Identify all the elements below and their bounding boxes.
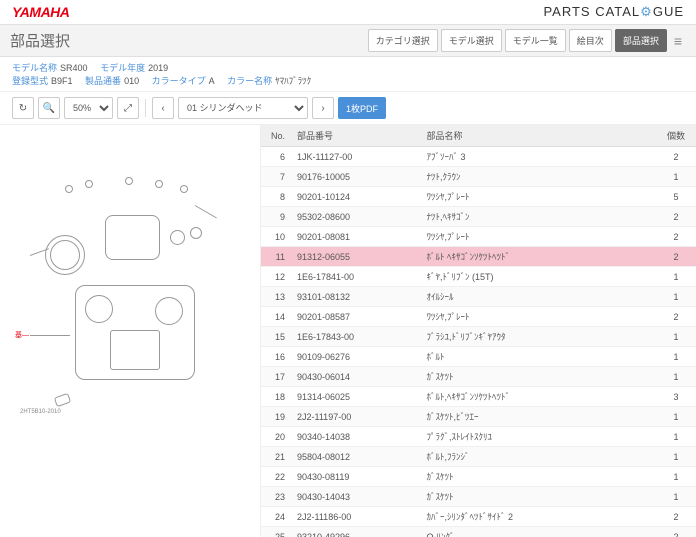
- table-row[interactable]: 1891314-06025ﾎﾞﾙﾄ,ﾍｷｻｺﾞﾝｿｹﾂﾄﾍﾂﾄﾞ3: [261, 387, 696, 407]
- header: YAMAHA PARTS CATAL⚙GUE: [0, 0, 696, 25]
- brand-title: PARTS CATAL⚙GUE: [543, 4, 684, 20]
- prod-no-value: 010: [124, 76, 139, 86]
- table-row[interactable]: 1490201-08587ﾜﾂｼﾔ,ﾌﾟﾚｰﾄ2: [261, 307, 696, 327]
- table-row[interactable]: 1393101-08132ｵｲﾙｼｰﾙ1: [261, 287, 696, 307]
- col-no[interactable]: No.: [261, 125, 291, 147]
- model-name-value: SR400: [60, 63, 88, 73]
- table-row[interactable]: 192J2-11197-00ｶﾞｽｹﾂﾄ,ﾋﾞﾂｴｰ1: [261, 407, 696, 427]
- reg-type-value: B9F1: [51, 76, 73, 86]
- table-row[interactable]: 790176-10005ﾅﾂﾄ,ｸﾗｳﾝ1: [261, 167, 696, 187]
- color-name-label: カラー名称: [227, 76, 272, 86]
- table-row[interactable]: 151E6-17843-00ﾌﾞﾗｼﾕ,ﾄﾞﾘﾌﾞﾝｷﾞﾔｱｳﾀ1: [261, 327, 696, 347]
- col-partno[interactable]: 部品番号: [291, 125, 421, 147]
- table-row[interactable]: 2593210-49296O-ﾘﾝｸﾞ2: [261, 527, 696, 537]
- table-row[interactable]: 1090201-08081ﾜﾂｼﾔ,ﾌﾟﾚｰﾄ2: [261, 227, 696, 247]
- table-row[interactable]: 2090340-14038ﾌﾟﾗｸﾞ,ｽﾄﾚｲﾄｽｸﾘﾕ1: [261, 427, 696, 447]
- menu-icon[interactable]: ≡: [670, 33, 686, 49]
- color-name-value: ﾔﾏﾊﾌﾞﾗﾂｸ: [275, 76, 311, 86]
- toolbar: ↻ 🔍 50% ⤢ ‹ 01 シリンダヘッド › 1枚PDF: [0, 92, 696, 125]
- color-type-value: A: [209, 76, 215, 86]
- model-year-value: 2019: [148, 63, 168, 73]
- table-row[interactable]: 2390430-14043ｶﾞｽｹﾂﾄ1: [261, 487, 696, 507]
- table-row[interactable]: 1790430-06014ｶﾞｽｹﾂﾄ1: [261, 367, 696, 387]
- parts-table-wrap[interactable]: No. 部品番号 部品名称 個数 61JK-11127-00ｱﾌﾞｿｰﾊﾞ 32…: [260, 125, 696, 537]
- table-row[interactable]: 121E6-17841-00ｷﾞﾔ,ﾄﾞﾘﾌﾞﾝ (15T)1: [261, 267, 696, 287]
- nav-buttons: カテゴリ選択 モデル選択 モデル一覧 絵目次 部品選択 ≡: [368, 29, 686, 52]
- prod-no-label: 製品通番: [85, 76, 121, 86]
- pdf-button[interactable]: 1枚PDF: [338, 97, 386, 119]
- nav-parts-select[interactable]: 部品選択: [615, 29, 667, 52]
- parts-diagram[interactable]: 基— 2HT5B10-2010: [15, 155, 245, 415]
- content: 基— 2HT5B10-2010 No. 部品番号 部品名称 個数 61JK-11…: [0, 125, 696, 537]
- figure-select[interactable]: 01 シリンダヘッド: [178, 97, 308, 119]
- refresh-button[interactable]: ↻: [12, 97, 34, 119]
- page-title: 部品選択: [10, 30, 70, 51]
- expand-button[interactable]: ⤢: [117, 97, 139, 119]
- cog-icon: ⚙: [640, 4, 653, 19]
- color-type-label: カラータイプ: [152, 76, 206, 86]
- model-year-label: モデル年度: [100, 63, 145, 73]
- yamaha-logo: YAMAHA: [12, 4, 69, 20]
- prev-button[interactable]: ‹: [152, 97, 174, 119]
- nav-picindex[interactable]: 絵目次: [569, 29, 612, 52]
- col-qty[interactable]: 個数: [656, 125, 696, 147]
- table-row[interactable]: 890201-10124ﾜﾂｼﾔ,ﾌﾟﾚｰﾄ5: [261, 187, 696, 207]
- reg-type-label: 登録型式: [12, 76, 48, 86]
- table-row[interactable]: 2195804-08012ﾎﾞﾙﾄ,ﾌﾗﾝｼﾞ1: [261, 447, 696, 467]
- diagram-panel: 基— 2HT5B10-2010: [0, 125, 260, 537]
- table-row[interactable]: 1690109-06276ﾎﾞﾙﾄ1: [261, 347, 696, 367]
- parts-table: No. 部品番号 部品名称 個数 61JK-11127-00ｱﾌﾞｿｰﾊﾞ 32…: [261, 125, 696, 537]
- nav-model-select[interactable]: モデル選択: [441, 29, 502, 52]
- table-row[interactable]: 61JK-11127-00ｱﾌﾞｿｰﾊﾞ 32: [261, 147, 696, 167]
- zoom-select[interactable]: 50%: [64, 97, 113, 119]
- meta-bar: モデル名称SR400 モデル年度2019 登録型式B9F1 製品通番010 カラ…: [0, 57, 696, 92]
- table-row[interactable]: 2290430-08119ｶﾞｽｹﾂﾄ1: [261, 467, 696, 487]
- zoom-button[interactable]: 🔍: [38, 97, 60, 119]
- subheader: 部品選択 カテゴリ選択 モデル選択 モデル一覧 絵目次 部品選択 ≡: [0, 25, 696, 57]
- nav-model-list[interactable]: モデル一覧: [505, 29, 566, 52]
- nav-category[interactable]: カテゴリ選択: [368, 29, 438, 52]
- model-name-label: モデル名称: [12, 63, 57, 73]
- table-row[interactable]: 1191312-06055ﾎﾞﾙﾄ ﾍｷｻｺﾞﾝｿｹﾂﾄﾍﾂﾄﾞ2: [261, 247, 696, 267]
- col-partname[interactable]: 部品名称: [421, 125, 656, 147]
- table-row[interactable]: 995302-08600ﾅﾂﾄ,ﾍｷｻｺﾞﾝ2: [261, 207, 696, 227]
- diagram-ref: 2HT5B10-2010: [20, 409, 61, 415]
- next-button[interactable]: ›: [312, 97, 334, 119]
- table-row[interactable]: 242J2-11186-00ｶﾊﾞｰ,ｼﾘﾝﾀﾞﾍﾂﾄﾞｻｲﾄﾞ 22: [261, 507, 696, 527]
